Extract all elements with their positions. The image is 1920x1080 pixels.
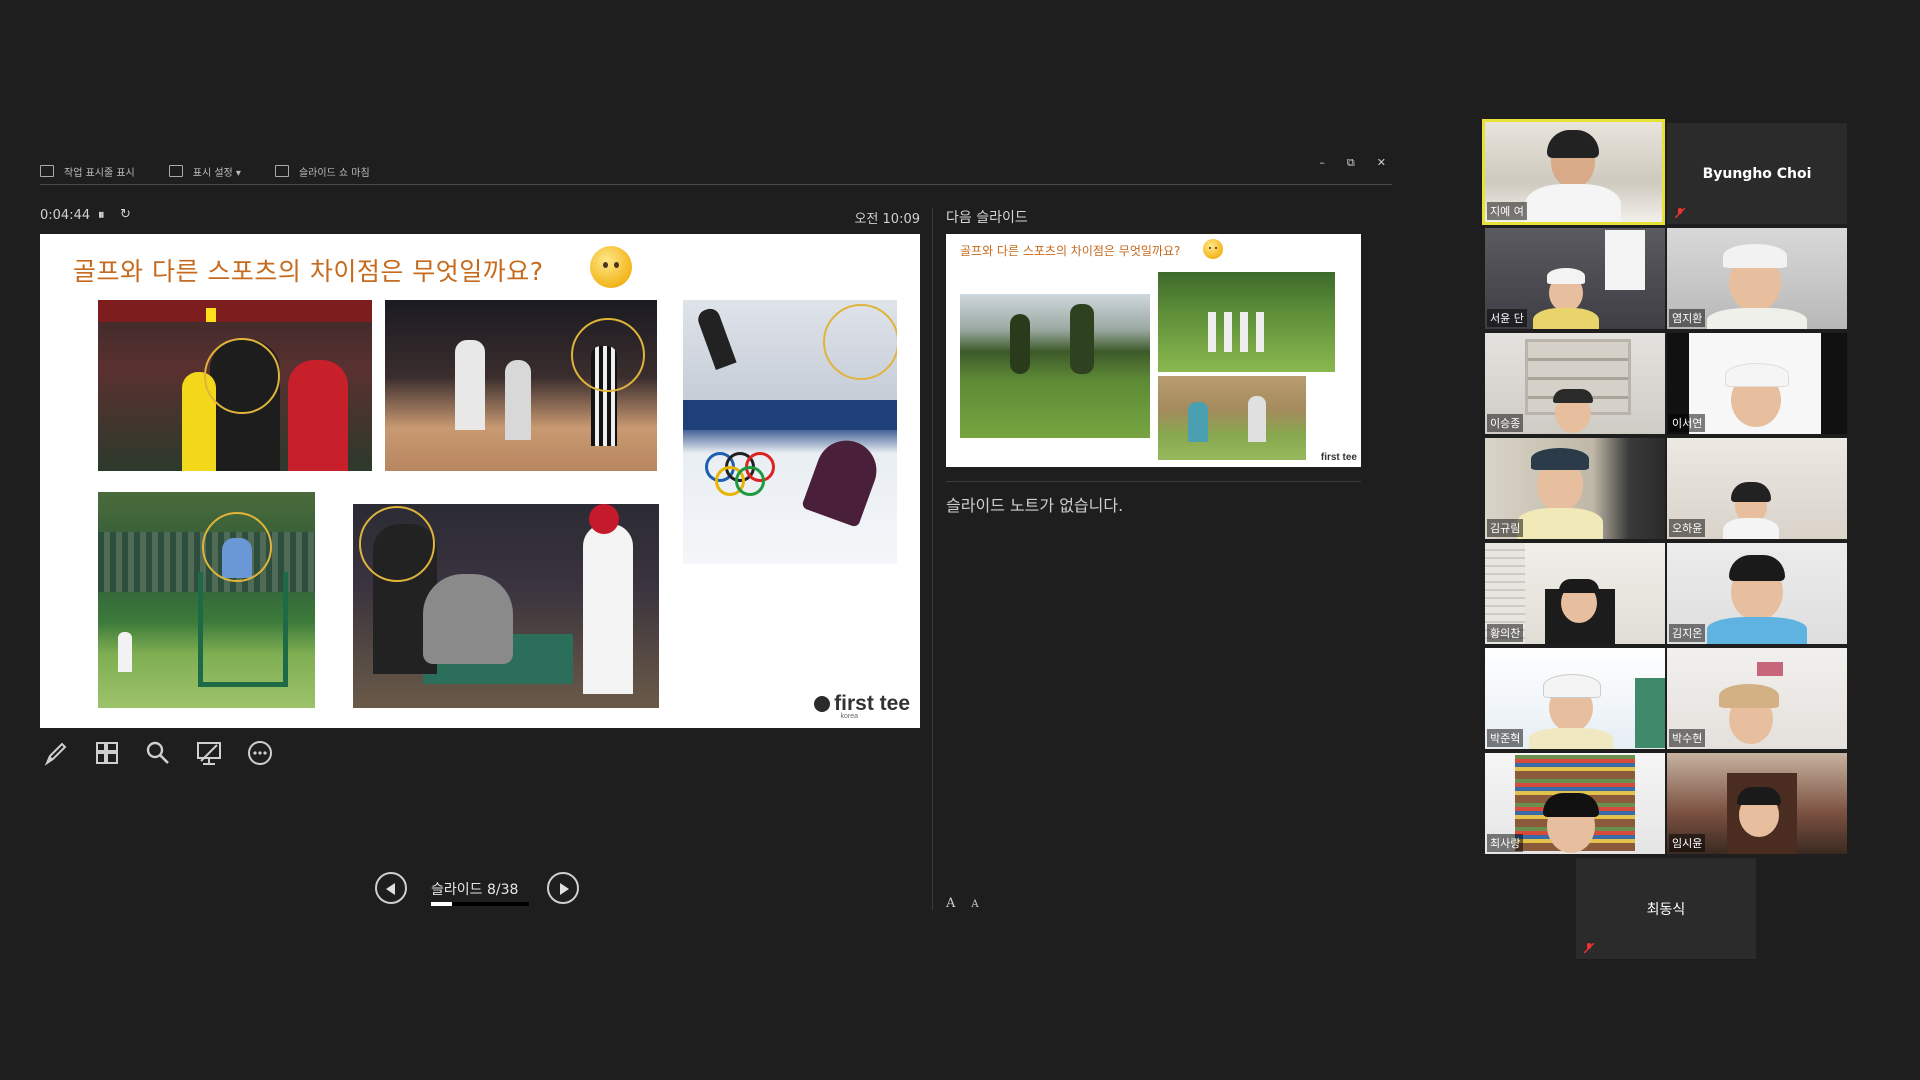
participant-tile[interactable]: 이승종 [1485,333,1665,434]
first-tee-logo: first tee korea [814,692,910,720]
participant-name: 염지환 [1669,309,1706,327]
participant-tile[interactable]: 임시윤 [1667,753,1847,854]
next-slide-preview[interactable]: 골프와 다른 스포츠의 차이점은 무엇일까요? first tee [946,234,1361,467]
participant-name: 지예 여 [1487,202,1527,220]
taskbar-icon [40,165,54,177]
participant-name: 서윤 단 [1487,309,1527,327]
presenter-toolbar: 작업 표시줄 표시 표시 설정 ▾ 슬라이드 쇼 마침 – ⧉ ✕ [40,156,1392,185]
notes-separator [946,481,1361,482]
basketball-referee-photo [385,300,657,471]
pen-tool-button[interactable] [40,738,71,768]
participant-name: 김지온 [1669,624,1706,642]
restore-button[interactable]: ⧉ [1347,156,1355,170]
more-icon [247,741,272,765]
participant-tile[interactable]: 지예 여 [1482,119,1665,225]
participant-tile[interactable]: 오하윤 [1667,438,1847,539]
participant-name: 최사랑 [1487,834,1524,852]
participant-tile[interactable]: 염지환 [1667,228,1847,329]
thinking-face-icon [1203,239,1223,259]
participant-name: 박준혁 [1487,729,1524,747]
participant-tile[interactable]: 최사랑 [1485,753,1665,854]
reset-timer-icon[interactable]: ↻ [120,207,131,222]
previous-slide-button[interactable] [375,872,407,904]
next-slide-title: 골프와 다른 스포츠의 차이점은 무엇일까요? [960,244,1181,258]
participant-name: 임시윤 [1669,834,1706,852]
tennis-umpire-photo [98,492,315,708]
participant-tile[interactable]: 김지온 [1667,543,1847,644]
notes-font-controls: A A [946,896,979,911]
minimize-button[interactable]: – [1319,156,1325,170]
participant-name: 최동식 [1646,901,1686,918]
slide-progress-fill [431,902,452,906]
presenter-tools [40,738,275,768]
participant-name: 이서연 [1669,414,1706,432]
slide-title: 골프와 다른 스포츠의 차이점은 무엇일까요? [73,257,544,286]
participant-name: 이승종 [1487,414,1524,432]
pen-icon [44,742,66,766]
muted-mic-icon [1584,943,1594,953]
participant-tile[interactable]: 박준혁 [1485,648,1665,749]
zoom-icon [146,741,169,764]
grid-icon [95,742,118,764]
participant-tile[interactable]: 박수현 [1667,648,1847,749]
participant-name: 오하윤 [1669,519,1706,537]
golf-photo-2 [1158,272,1335,372]
participant-name: 황의찬 [1487,624,1524,642]
slide-progress-bar [431,902,529,906]
current-slide[interactable]: 골프와 다른 스포츠의 차이점은 무엇일까요? first tee korea [40,234,920,728]
display-settings-icon [168,165,183,177]
figure-skating-photo [683,300,897,564]
participant-tile[interactable]: Byungho Choi [1667,123,1847,224]
golf-photo-3 [1158,376,1306,460]
participant-name: 박수현 [1669,729,1706,747]
end-show-icon [274,165,289,177]
window-controls: – ⧉ ✕ [1319,156,1386,170]
display-settings-button[interactable]: 표시 설정 ▾ [168,164,241,179]
speaker-notes[interactable]: 슬라이드 노트가 없습니다. [946,492,1123,516]
black-screen-button[interactable] [193,738,224,768]
clock: 오전 10:09 [854,212,920,227]
participant-tile[interactable]: 이서연 [1667,333,1847,434]
next-slide-button[interactable] [547,872,579,904]
end-slideshow-button[interactable]: 슬라이드 쇼 마침 [274,164,370,179]
participant-tile[interactable]: 최동식 [1576,858,1756,959]
baseball-umpire-photo [353,504,659,708]
pane-divider[interactable] [932,208,933,910]
pause-icon[interactable]: ⏸ [98,208,106,223]
thinking-face-icon [590,246,632,288]
increase-font-button[interactable]: A [946,896,955,911]
see-all-slides-button[interactable] [91,738,122,768]
timer-row: 0:04:44 ⏸ ↻ 오전 10:09 [40,207,920,227]
decrease-font-button[interactable]: A [971,899,978,911]
participant-name: 김규림 [1487,519,1524,537]
participant-tile[interactable]: 김규림 [1485,438,1665,539]
participant-tile[interactable]: 서윤 단 [1485,228,1665,329]
participant-tile[interactable]: 황의찬 [1485,543,1665,644]
slide-counter[interactable]: 슬라이드 8/38 [431,879,518,899]
slide-navigation: 슬라이드 8/38 [375,872,585,908]
next-slide-label: 다음 슬라이드 [946,210,1028,226]
golf-photo-1 [960,294,1150,438]
elapsed-time: 0:04:44 [40,208,91,223]
muted-mic-icon [1675,208,1685,218]
zoom-button[interactable] [142,738,173,768]
screen-icon [196,742,221,765]
soccer-referee-photo [98,300,372,471]
more-options-button[interactable] [244,738,275,768]
next-slide-logo: first tee [1320,452,1357,463]
close-button[interactable]: ✕ [1377,156,1386,170]
participant-name: Byungho Choi [1702,165,1812,182]
show-taskbar-button[interactable]: 작업 표시줄 표시 [40,164,135,179]
